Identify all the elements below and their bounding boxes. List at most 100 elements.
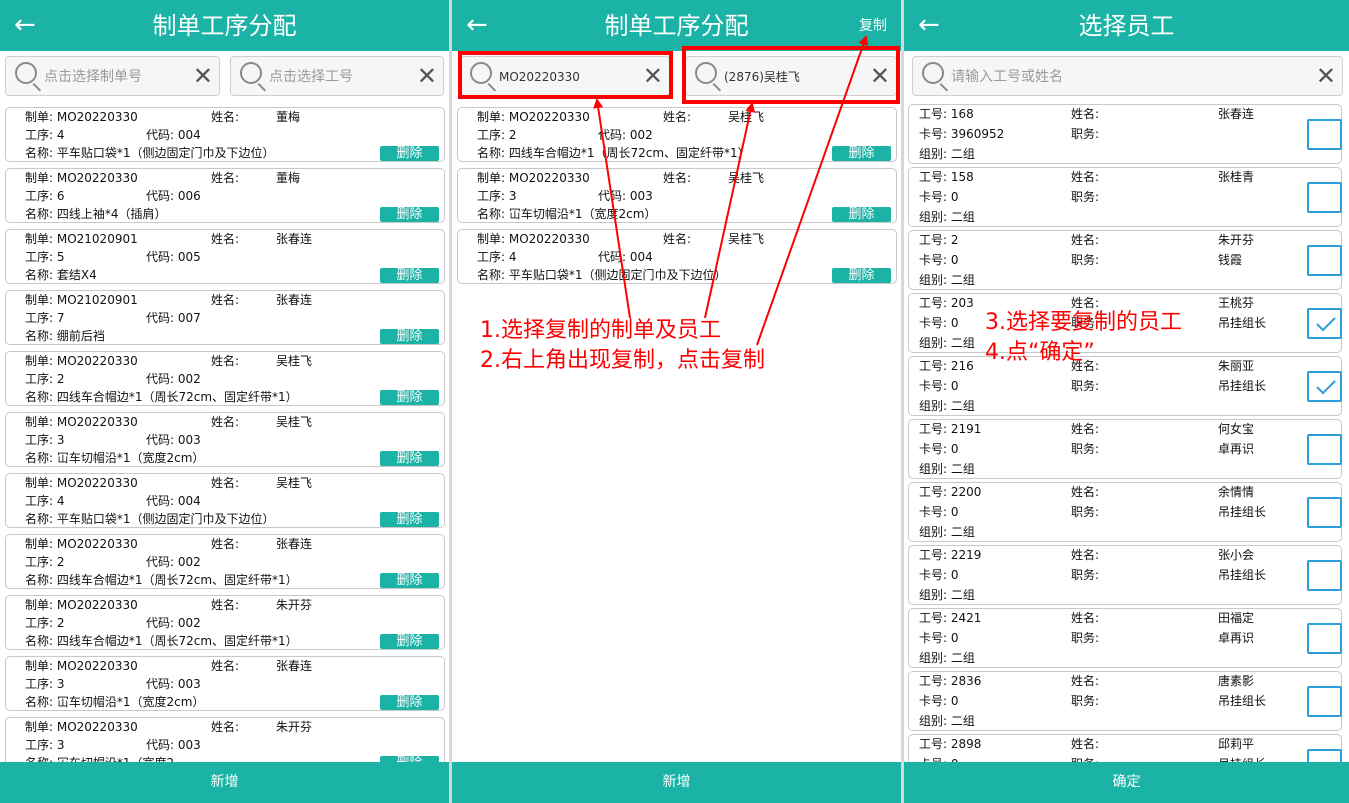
process-name-text: 名称: 四线车合帽边*1（周长72cm、固定纤带*1） — [25, 573, 298, 587]
employee-id-text: 工号: 216 — [919, 359, 974, 373]
order-no-text: 制单: MO20220330 — [477, 232, 590, 246]
group-text: 组别: 二组 — [919, 651, 975, 665]
delete-label: 删除 — [396, 695, 423, 710]
select-checkbox[interactable] — [1307, 434, 1342, 465]
select-checkbox[interactable] — [1307, 686, 1342, 717]
code-text: 代码: 003 — [146, 738, 201, 752]
select-checkbox[interactable] — [1307, 245, 1342, 276]
delete-label: 删除 — [396, 207, 423, 222]
assignment-card[interactable]: 制单: MO21020901 姓名: 张春连 工序: 7 代码: 007 名称: 绷前后裆… — [5, 290, 445, 345]
select-checkbox[interactable] — [1307, 560, 1342, 591]
assignment-card[interactable]: 制单: MO20220330 姓名: 董梅 工序: 6 代码: 006 名称: 四线上袖*… — [5, 168, 445, 223]
close-icon[interactable]: ✕ — [1316, 62, 1336, 90]
process-name-text: 名称: 四线车合帽边*1（周长72cm、固定纤带*1） — [25, 390, 298, 404]
assignment-card[interactable]: 制单: MO20220330 姓名: 吴桂飞 工序: 2 代码: 002 名称: 四线车合… — [5, 351, 445, 406]
delete-label: 删除 — [848, 146, 875, 161]
delete-button[interactable]: 删除 — [380, 207, 439, 222]
copy-button[interactable]: 复制 — [859, 17, 887, 35]
name-label: 姓名: — [211, 598, 240, 612]
group-text: 组别: 二组 — [919, 273, 975, 287]
annotation-step-2: 2.右上角出现复制，点击复制 — [480, 348, 765, 373]
assignment-card[interactable]: 制单: MO20220330 姓名: 张春连 工序: 3 代码: 003 名称: 冚车切帽… — [5, 656, 445, 711]
employee-row[interactable]: 工号: 168 姓名: 张春连 卡号: 3960952 职务: 组别: 二组 — [908, 104, 1342, 164]
employee-row[interactable]: 工号: 2219 姓名: 张小会 卡号: 0 职务: 吊挂组长 组别: 二组 — [908, 545, 1342, 605]
assignment-card[interactable]: 制单: MO20220330 姓名: 吴桂飞 工序: 3 代码: 003 名称: 冚车切帽… — [457, 168, 897, 223]
employee-name: 朱开芬 — [1218, 233, 1255, 247]
delete-button[interactable]: 删除 — [832, 268, 891, 283]
confirm-button[interactable]: 确定 — [904, 762, 1349, 803]
header: ← 制单工序分配 — [0, 0, 449, 51]
employee-name: 邱莉平 — [1218, 737, 1255, 751]
delete-button[interactable]: 删除 — [832, 146, 891, 161]
assignment-card[interactable]: 制单: MO20220330 姓名: 吴桂飞 工序: 2 代码: 002 名称: 四线车合… — [457, 107, 897, 162]
position-value: 钱霞 — [1218, 253, 1243, 267]
process-name-text: 名称: 平车贴口袋*1（侧边固定门巾及下边位） — [25, 146, 275, 160]
process-no-text: 工序: 6 — [25, 189, 65, 203]
select-checkbox[interactable] — [1307, 623, 1342, 654]
employee-row[interactable]: 工号: 2836 姓名: 唐素影 卡号: 0 职务: 吊挂组长 组别: 二组 — [908, 671, 1342, 731]
employee-row[interactable]: 工号: 2421 姓名: 田福定 卡号: 0 职务: 卓再识 组别: 二组 — [908, 608, 1342, 668]
card-no-text: 卡号: 3960952 — [919, 127, 1005, 141]
employee-name: 朱开芬 — [276, 720, 313, 734]
employee-name: 张春连 — [276, 293, 313, 307]
delete-label: 删除 — [396, 573, 423, 588]
select-checkbox[interactable] — [1307, 182, 1342, 213]
position-label: 职务: — [1071, 505, 1100, 519]
process-name-text: 名称: 冚车切帽沿*1（宽度2cm） — [477, 207, 657, 221]
employee-row[interactable]: 工号: 216 姓名: 朱丽亚 卡号: 0 职务: 吊挂组长 组别: 二组 — [908, 356, 1342, 416]
delete-label: 删除 — [396, 329, 423, 344]
employee-name: 何女宝 — [1218, 422, 1255, 436]
process-no-text: 工序: 5 — [25, 250, 65, 264]
close-icon[interactable]: ✕ — [193, 62, 213, 90]
assignment-card[interactable]: 制单: MO20220330 姓名: 董梅 工序: 4 代码: 004 名称: 平车贴口袋… — [5, 107, 445, 162]
employee-row[interactable]: 工号: 2191 姓名: 何女宝 卡号: 0 职务: 卓再识 组别: 二组 — [908, 419, 1342, 479]
delete-button[interactable]: 删除 — [380, 329, 439, 344]
delete-button[interactable]: 删除 — [380, 634, 439, 649]
assignment-card[interactable]: 制单: MO20220330 姓名: 朱开芬 工序: 2 代码: 002 名称: 四线车合… — [5, 595, 445, 650]
select-checkbox[interactable] — [1307, 497, 1342, 528]
delete-button[interactable]: 删除 — [380, 146, 439, 161]
assignment-card[interactable]: 制单: MO20220330 姓名: 吴桂飞 工序: 4 代码: 004 名称: 平车贴口… — [457, 229, 897, 284]
assignment-card[interactable]: 制单: MO20220330 姓名: 吴桂飞 工序: 4 代码: 004 名称: 平车贴口… — [5, 473, 445, 528]
header: ← 制单工序分配 复制 — [452, 0, 901, 51]
position-value: 吊挂组长 — [1218, 316, 1267, 330]
add-button[interactable]: 新增 — [452, 762, 901, 803]
order-search-input[interactable]: 点击选择制单号 ✕ — [5, 56, 220, 96]
delete-button[interactable]: 删除 — [380, 573, 439, 588]
add-button[interactable]: 新增 — [0, 762, 449, 803]
assignment-card[interactable]: 制单: MO20220330 姓名: 张春连 工序: 2 代码: 002 名称: 四线车合… — [5, 534, 445, 589]
code-text: 代码: 002 — [146, 616, 201, 630]
select-checkbox[interactable] — [1307, 308, 1342, 339]
name-label: 姓名: — [211, 232, 240, 246]
employee-search-input[interactable]: 请输入工号或姓名 ✕ — [912, 56, 1343, 96]
name-label: 姓名: — [1071, 611, 1100, 625]
delete-label: 删除 — [396, 268, 423, 283]
order-no-text: 制单: MO20220330 — [25, 659, 138, 673]
assignment-card[interactable]: 制单: MO20220330 姓名: 吴桂飞 工序: 3 代码: 003 名称: 冚车切帽… — [5, 412, 445, 467]
select-checkbox[interactable] — [1307, 371, 1342, 402]
position-value: 吊挂组长 — [1218, 505, 1267, 519]
select-checkbox[interactable] — [1307, 119, 1342, 150]
name-label: 姓名: — [1071, 674, 1100, 688]
employee-name: 张春连 — [276, 659, 313, 673]
employee-search-input[interactable]: 点击选择工号 ✕ — [230, 56, 444, 96]
employee-row[interactable]: 工号: 158 姓名: 张桂青 卡号: 0 职务: 组别: 二组 — [908, 167, 1342, 227]
employee-name: 朱丽亚 — [1218, 359, 1255, 373]
delete-button[interactable]: 删除 — [380, 268, 439, 283]
delete-button[interactable]: 删除 — [380, 451, 439, 466]
group-text: 组别: 二组 — [919, 147, 975, 161]
delete-button[interactable]: 删除 — [832, 207, 891, 222]
employee-row[interactable]: 工号: 2200 姓名: 余情情 卡号: 0 职务: 吊挂组长 组别: 二组 — [908, 482, 1342, 542]
name-label: 姓名: — [1071, 233, 1100, 247]
name-label: 姓名: — [663, 232, 692, 246]
close-icon[interactable]: ✕ — [417, 62, 437, 90]
employee-name: 唐素影 — [1218, 674, 1255, 688]
delete-button[interactable]: 删除 — [380, 695, 439, 710]
delete-button[interactable]: 删除 — [380, 390, 439, 405]
employee-row[interactable]: 工号: 2 姓名: 朱开芬 卡号: 0 职务: 钱霞 组别: 二组 — [908, 230, 1342, 290]
process-name-text: 名称: 四线车合帽边*1（周长72cm、固定纤带*1） — [25, 634, 298, 648]
assignment-card[interactable]: 制单: MO21020901 姓名: 张春连 工序: 5 代码: 005 名称: 套结X4… — [5, 229, 445, 284]
process-no-text: 工序: 4 — [25, 494, 65, 508]
employee-name: 吴桂飞 — [728, 232, 765, 246]
delete-button[interactable]: 删除 — [380, 512, 439, 527]
